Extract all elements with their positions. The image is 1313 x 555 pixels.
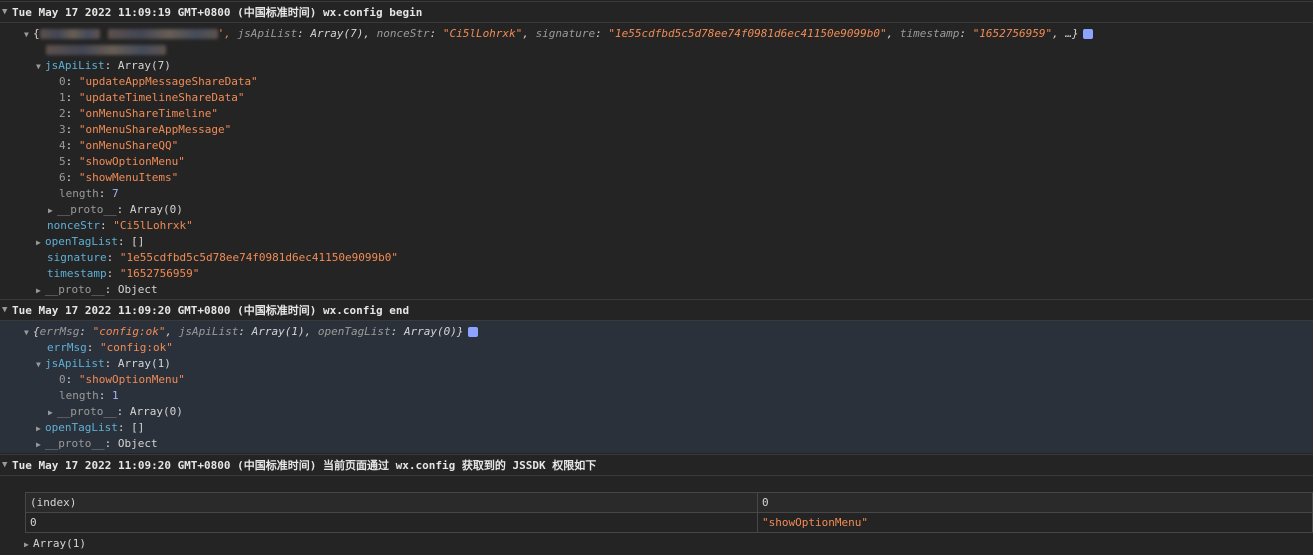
console-table: (index) 0 0 "showOptionMenu" — [25, 492, 1313, 533]
array-footer-row[interactable]: ▶ Array(1) — [24, 536, 86, 552]
expand-triangle-icon[interactable]: ▼ — [36, 59, 45, 75]
object-summary-row[interactable]: ▼{', jsApiList: Array(7), nonceStr: "Ci5… — [24, 26, 1093, 42]
object-proto-row[interactable]: ▶ __proto__: Object — [36, 436, 158, 452]
expand-triangle-icon[interactable]: ▼ — [24, 27, 33, 43]
opentaglist-row[interactable]: ▶ openTagList: [] — [36, 234, 144, 250]
array-proto-row[interactable]: ▶ __proto__: Array(0) — [48, 202, 183, 218]
errmsg-row: errMsg: "config:ok" — [47, 341, 173, 354]
signature-row: signature: "1e55cdfbd5c5d78ee74f0981d6ec… — [47, 251, 399, 264]
jsapilist-row[interactable]: ▼ jsApiList: Array(7) — [36, 58, 171, 74]
group-header-text: Tue May 17 2022 11:09:20 GMT+0800 (中国标准时… — [12, 459, 597, 472]
expand-triangle-icon: ▶ — [48, 408, 53, 417]
table-cell-index: 0 — [25, 512, 758, 533]
expand-triangle-icon: ▶ — [36, 286, 41, 295]
object-proto-row[interactable]: ▶ __proto__: Object — [36, 282, 158, 298]
console-group-header-jssdk[interactable]: ▼ Tue May 17 2022 11:09:20 GMT+0800 (中国标… — [0, 454, 1313, 476]
redacted-appid-line — [46, 45, 166, 55]
array-item: 1: "updateTimelineShareData" — [59, 91, 245, 104]
object-summary-row[interactable]: ▼ {errMsg: "config:ok", jsApiList: Array(… — [24, 324, 478, 340]
array-proto-row[interactable]: ▶ __proto__: Array(0) — [48, 404, 183, 420]
array-item: 4: "onMenuShareQQ" — [59, 139, 179, 152]
jsapilist-row[interactable]: ▼ jsApiList: Array(1) — [36, 356, 171, 372]
collapse-triangle-icon[interactable]: ▼ — [2, 460, 12, 470]
collapse-triangle-icon[interactable]: ▼ — [2, 7, 12, 17]
expand-triangle-icon: ▶ — [36, 440, 41, 449]
info-icon[interactable] — [1082, 29, 1093, 39]
expand-triangle-icon: ▶ — [36, 238, 41, 247]
opentaglist-row[interactable]: ▶ openTagList: [] — [36, 420, 144, 436]
array-item: 3: "onMenuShareAppMessage" — [59, 123, 232, 136]
array-item: 5: "showOptionMenu" — [59, 155, 185, 168]
array-item: 0: "showOptionMenu" — [59, 373, 185, 386]
array-item: 2: "onMenuShareTimeline" — [59, 107, 218, 120]
table-cell-value: "showOptionMenu" — [757, 512, 1313, 533]
devtools-console: ▼ Tue May 17 2022 11:09:19 GMT+0800 (中国标… — [0, 0, 1313, 555]
expand-triangle-icon[interactable]: ▼ — [24, 325, 33, 341]
array-length: length: 1 — [59, 389, 119, 402]
console-group-header-config-end[interactable]: ▼ Tue May 17 2022 11:09:20 GMT+0800 (中国标… — [0, 299, 1313, 321]
array-length: length: 7 — [59, 187, 119, 200]
redacted-row — [46, 42, 166, 58]
array-item: 0: "updateAppMessageShareData" — [59, 75, 258, 88]
table-row: 0 "showOptionMenu" — [25, 512, 1313, 533]
redacted-value — [107, 29, 218, 39]
expand-triangle-icon: ▼ — [36, 360, 41, 369]
group-header-text: Tue May 17 2022 11:09:19 GMT+0800 (中国标准时… — [12, 6, 423, 19]
redacted-appid — [39, 29, 100, 39]
table-header-col-0[interactable]: 0 — [757, 492, 1313, 513]
expand-triangle-icon: ▶ — [48, 206, 53, 215]
expand-triangle-icon[interactable]: ▶ — [24, 537, 33, 553]
info-icon[interactable] — [467, 327, 478, 337]
array-item: 6: "showMenuItems" — [59, 171, 179, 184]
table-header-row: (index) 0 — [25, 492, 1313, 513]
expand-triangle-icon: ▶ — [36, 424, 41, 433]
table-header-index[interactable]: (index) — [25, 492, 758, 513]
noncestr-row: nonceStr: "Ci5lLohrxk" — [47, 219, 193, 232]
console-group-header-config-begin[interactable]: ▼ Tue May 17 2022 11:09:19 GMT+0800 (中国标… — [0, 1, 1313, 23]
timestamp-row: timestamp: "1652756959" — [47, 267, 200, 280]
group-header-text: Tue May 17 2022 11:09:20 GMT+0800 (中国标准时… — [12, 304, 410, 317]
collapse-triangle-icon[interactable]: ▼ — [2, 305, 12, 315]
